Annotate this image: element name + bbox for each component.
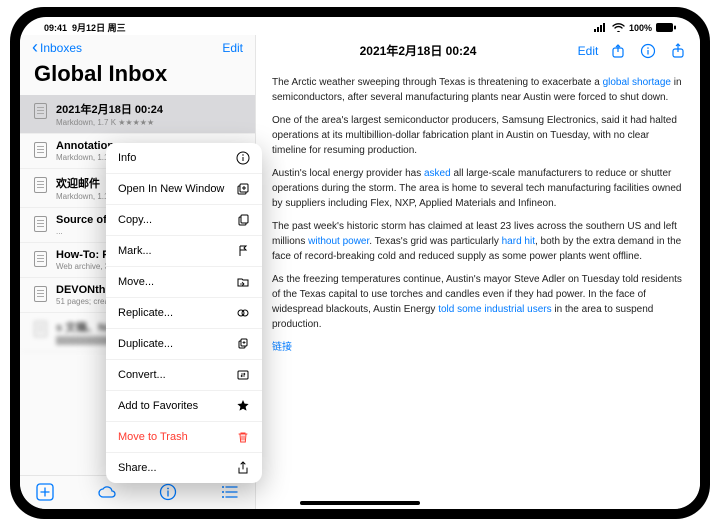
flag-icon: [236, 244, 250, 258]
share-icon: [236, 461, 250, 475]
menu-open-new-window[interactable]: Open In New Window: [106, 174, 262, 205]
paragraph: 链接: [272, 340, 684, 355]
list-view-button[interactable]: [219, 481, 241, 503]
menu-replicate[interactable]: Replicate...: [106, 298, 262, 329]
document-icon: [32, 175, 48, 195]
sidebar-edit-button[interactable]: Edit: [222, 41, 243, 55]
link[interactable]: hard hit: [502, 236, 535, 247]
sidebar-title: Global Inbox: [20, 61, 255, 95]
link[interactable]: 链接: [272, 342, 292, 353]
home-indicator[interactable]: [300, 501, 420, 505]
document-body[interactable]: The Arctic weather sweeping through Texa…: [256, 67, 700, 509]
menu-favorite[interactable]: Add to Favorites: [106, 391, 262, 422]
doc-action1-button[interactable]: [608, 43, 628, 59]
signal-icon: [594, 23, 608, 32]
copy-icon: [236, 213, 250, 227]
newwindow-icon: [236, 182, 250, 196]
content: Inboxes Edit Global Inbox 2021年2月18日 00:…: [20, 35, 700, 509]
replicate-icon: [236, 306, 250, 320]
link[interactable]: global shortage: [603, 77, 671, 88]
battery-percent: 100%: [629, 23, 652, 33]
sidebar-header: Inboxes Edit: [20, 35, 255, 61]
document-icon: [32, 319, 48, 339]
context-menu: Info Open In New Window Copy... Mark... …: [106, 143, 262, 483]
paragraph: The Arctic weather sweeping through Texa…: [272, 75, 684, 105]
link[interactable]: without power: [308, 236, 369, 247]
wifi-icon: [612, 23, 625, 32]
menu-share[interactable]: Share...: [106, 453, 262, 483]
menu-info[interactable]: Info: [106, 143, 262, 174]
star-icon: [236, 399, 250, 413]
status-left: 09:41 9月12日 周三: [44, 21, 126, 34]
document-icon: [32, 140, 48, 160]
paragraph: One of the area's largest semiconductor …: [272, 113, 684, 158]
info-button[interactable]: [157, 481, 179, 503]
doc-share-button[interactable]: [668, 43, 688, 59]
convert-icon: [236, 368, 250, 382]
document-icon: [32, 101, 48, 121]
paragraph: Austin's local energy provider has asked…: [272, 166, 684, 211]
add-button[interactable]: [34, 481, 56, 503]
ipad-frame: 09:41 9月12日 周三 100% Inboxes Edit Global …: [10, 7, 710, 519]
cloud-button[interactable]: [96, 481, 118, 503]
menu-mark[interactable]: Mark...: [106, 236, 262, 267]
battery-icon: [656, 23, 676, 32]
menu-convert[interactable]: Convert...: [106, 360, 262, 391]
status-right: 100%: [594, 23, 676, 33]
sidebar: Inboxes Edit Global Inbox 2021年2月18日 00:…: [20, 35, 256, 509]
menu-copy[interactable]: Copy...: [106, 205, 262, 236]
document-title: 2021年2月18日 00:24: [268, 42, 568, 59]
paragraph: As the freezing temperatures continue, A…: [272, 272, 684, 332]
doc-edit-button[interactable]: Edit: [578, 44, 598, 58]
status-bar: 09:41 9月12日 周三 100%: [20, 17, 700, 35]
menu-duplicate[interactable]: Duplicate...: [106, 329, 262, 360]
document-pane: 2021年2月18日 00:24 Edit The Arctic weather…: [256, 35, 700, 509]
menu-trash[interactable]: Move to Trash: [106, 422, 262, 453]
document-icon: [32, 214, 48, 234]
info-icon: [236, 151, 250, 165]
document-header: 2021年2月18日 00:24 Edit: [256, 35, 700, 67]
document-icon: [32, 249, 48, 269]
link[interactable]: told some industrial users: [438, 304, 551, 315]
back-button[interactable]: Inboxes: [32, 41, 82, 55]
link[interactable]: asked: [424, 168, 451, 179]
list-item[interactable]: 2021年2月18日 00:24Markdown, 1.7 K ★★★★★: [20, 95, 255, 134]
paragraph: The past week's historic storm has claim…: [272, 219, 684, 264]
duplicate-icon: [236, 337, 250, 351]
menu-move[interactable]: Move...: [106, 267, 262, 298]
document-icon: [32, 284, 48, 304]
trash-icon: [236, 430, 250, 444]
move-icon: [236, 275, 250, 289]
screen: 09:41 9月12日 周三 100% Inboxes Edit Global …: [20, 17, 700, 509]
doc-info-button[interactable]: [638, 43, 658, 59]
